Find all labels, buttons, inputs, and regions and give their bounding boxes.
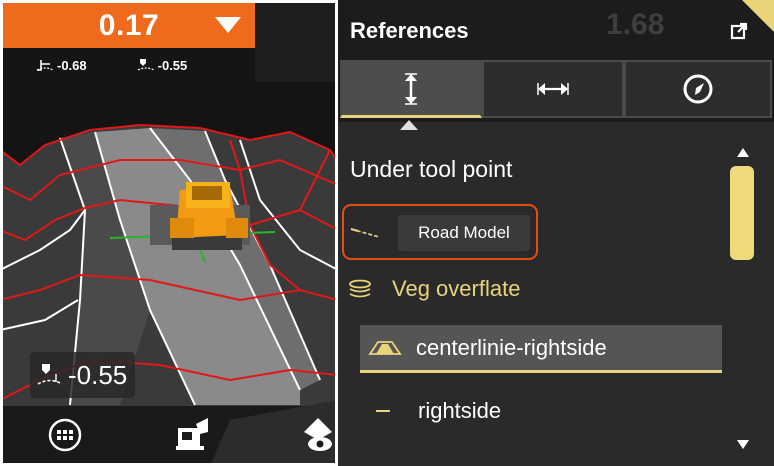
tab-direction[interactable] [624,60,772,118]
tool-point-icon [137,59,154,71]
road-model-icon [350,227,380,238]
tab-vertical[interactable] [340,60,482,118]
popout-icon[interactable] [730,22,748,40]
cut-down-arrow-icon [215,17,241,33]
references-panel: 1.68 References Under tool point Road Mo… [338,0,774,466]
reference-list: Under tool point Road Model Veg overflat… [338,130,774,466]
tool-elevation-readout: -0.55 [30,352,136,398]
machine-view-button[interactable] [172,414,212,454]
tab-pointer [400,120,418,130]
elevation-value: 0.17 [98,8,160,42]
left-offset-value: -0.68 [57,57,87,73]
horizontal-arrow-icon [537,83,569,95]
right-offset-value: -0.55 [157,57,188,73]
list-item-road-model[interactable]: Road Model [342,204,538,260]
keypad-icon [48,418,82,452]
centerlinie-rightside-label: centerlinie-rightside [416,334,607,360]
offset-readouts: -0.68 -0.55 [3,48,255,82]
scroll-up-icon[interactable] [737,148,749,157]
machine-view-icon [176,418,208,450]
scroll-thumb[interactable] [730,166,754,260]
list-item-rightside[interactable]: rightside [376,392,501,430]
scroll-down-icon[interactable] [737,440,749,449]
section-title: Under tool point [350,156,513,182]
left-offset: -0.68 [36,58,87,73]
tool-point-icon [37,364,63,385]
machine-3d-view[interactable]: 0.17 -0.68 -0.55 -0.55 [0,0,338,466]
line-icon [376,410,390,412]
list-item-veg-overflate[interactable]: Veg overflate [348,276,520,302]
tool-elevation-value: -0.55 [68,359,128,390]
eye-view-icon [304,418,332,451]
tab-horizontal[interactable] [482,60,624,118]
right-offset: -0.55 [137,57,188,73]
panel-title: References [350,18,469,43]
layers-icon [349,279,371,298]
background-value: 1.68 [606,8,665,41]
elevation-banner: 0.17 [3,3,255,48]
surface-icon [368,340,402,355]
left-edge-icon [36,60,54,71]
road-model-label: Road Model [398,215,530,251]
reference-tabs [338,56,774,122]
panel-header: 1.68 References [338,0,774,56]
keypad-button[interactable] [48,418,82,452]
top-right-area [255,3,335,82]
view-options-button[interactable] [298,412,338,454]
veg-overflate-label: Veg overflate [392,276,521,301]
vertical-arrow-icon [405,72,417,105]
list-item-centerlinie-rightside[interactable]: centerlinie-rightside [360,325,722,373]
rightside-label: rightside [418,398,502,423]
compass-icon [683,74,713,104]
scrollbar[interactable] [728,144,758,464]
